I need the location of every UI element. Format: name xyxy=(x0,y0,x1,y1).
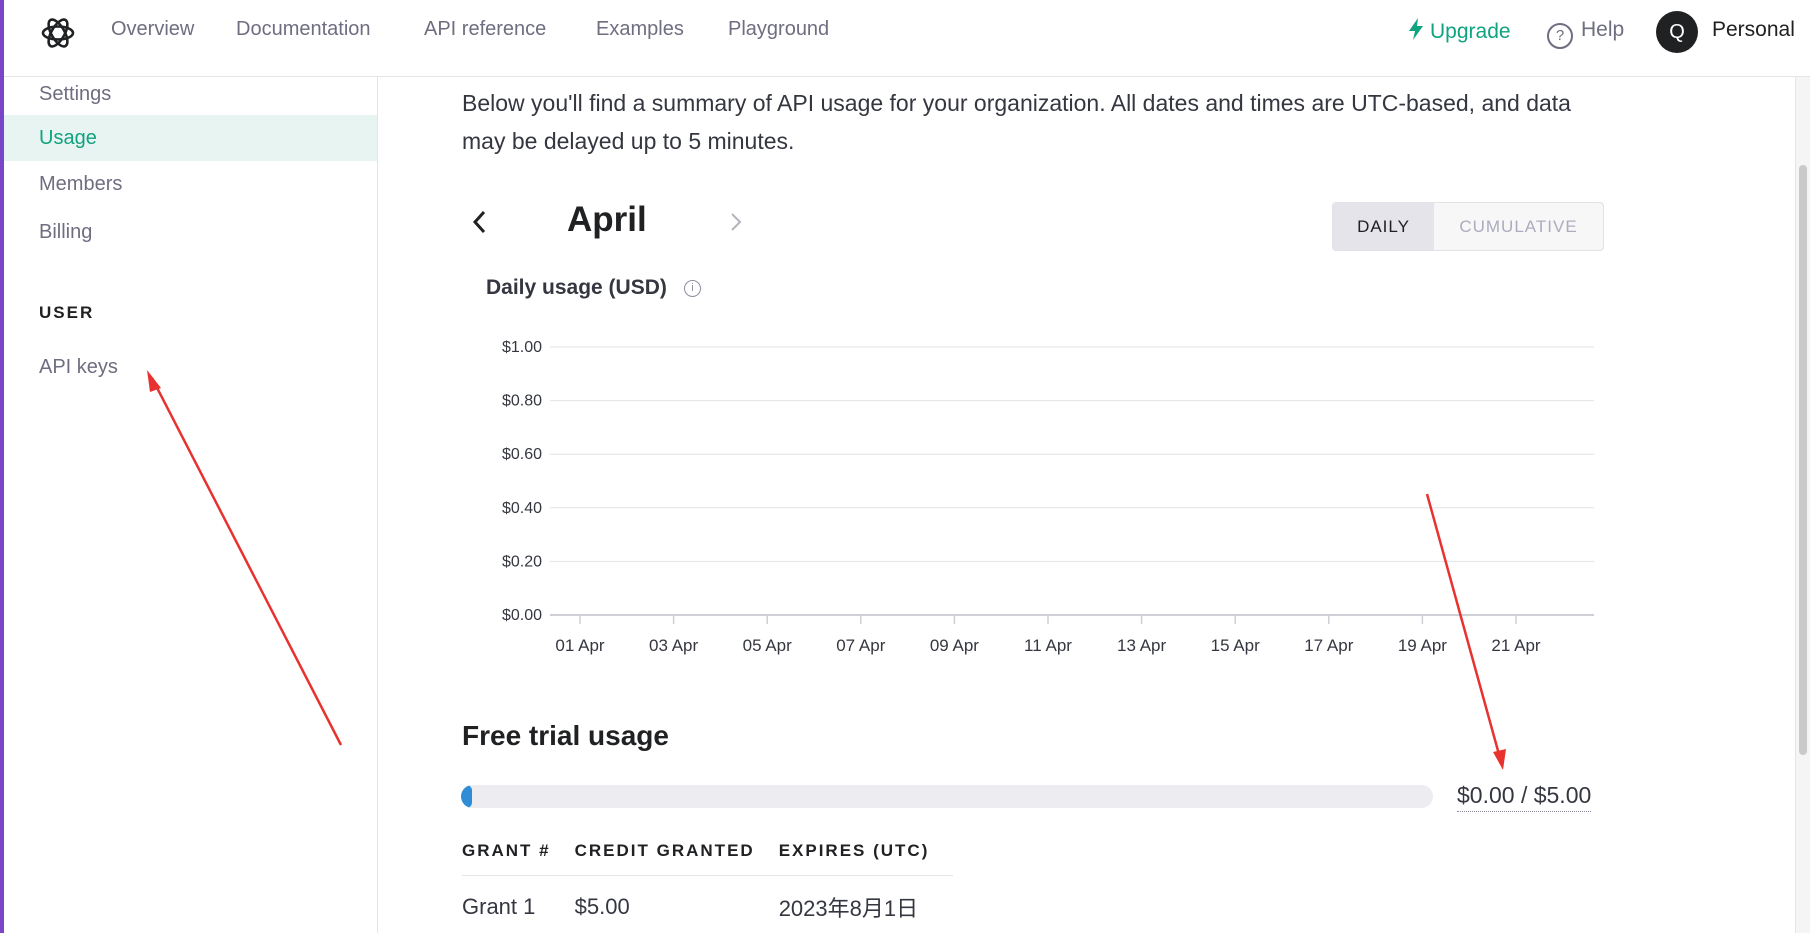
scrollbar-thumb[interactable] xyxy=(1799,165,1807,755)
x-tick-label: 19 Apr xyxy=(1398,636,1447,655)
x-tick-label: 15 Apr xyxy=(1211,636,1260,655)
grant-credit: $5.00 xyxy=(574,894,630,919)
daily-usage-chart: $0.00 $0.20 $0.40 $0.60 $0.80 $1.00 01 Apr 03 A… xyxy=(502,339,1594,655)
top-navigation: Overview Documentation API reference Exa… xyxy=(4,0,1810,77)
sidebar-item-api-keys[interactable]: API keys xyxy=(4,344,377,390)
upgrade-label: Upgrade xyxy=(1430,20,1511,43)
y-tick-label: $0.80 xyxy=(502,393,542,410)
y-tick-label: $0.00 xyxy=(502,607,542,624)
x-tick-label: 03 Apr xyxy=(649,636,698,655)
x-tick-label: 05 Apr xyxy=(743,636,792,655)
page-scrollbar[interactable] xyxy=(1795,77,1810,933)
grants-header-expires: EXPIRES (UTC) xyxy=(778,833,954,876)
sidebar-item-billing[interactable]: Billing xyxy=(4,209,377,255)
openai-logo-icon[interactable] xyxy=(38,13,78,53)
nav-documentation[interactable]: Documentation xyxy=(236,18,371,41)
sidebar-item-members[interactable]: Members xyxy=(4,161,377,207)
x-tick-label: 21 Apr xyxy=(1491,636,1540,655)
progress-fill xyxy=(461,785,472,808)
sidebar-item-settings[interactable]: Settings xyxy=(4,71,377,117)
previous-month-icon[interactable] xyxy=(470,208,490,236)
y-tick-label: $0.20 xyxy=(502,553,542,570)
x-tick-label: 07 Apr xyxy=(836,636,885,655)
grants-header-grant: GRANT # xyxy=(462,833,575,876)
x-tick-label: 11 Apr xyxy=(1024,636,1072,655)
y-tick-label: $0.60 xyxy=(502,446,542,463)
nav-examples[interactable]: Examples xyxy=(596,18,684,41)
month-title: April xyxy=(567,200,647,239)
avatar[interactable]: Q xyxy=(1656,11,1698,53)
lightning-icon xyxy=(1409,18,1423,40)
nav-api-reference[interactable]: API reference xyxy=(424,18,546,41)
grants-table: GRANT # CREDIT GRANTED EXPIRES (UTC) Gra… xyxy=(462,833,954,924)
info-icon[interactable]: i xyxy=(684,280,701,297)
annotation-arrowhead-usage xyxy=(1493,749,1506,770)
free-trial-progress-bar xyxy=(461,785,1433,808)
grant-number: Grant 1 xyxy=(462,894,536,919)
account-name[interactable]: Personal xyxy=(1712,18,1795,42)
next-month-icon[interactable] xyxy=(726,208,746,236)
chart-title: Daily usage (USD) xyxy=(486,276,667,299)
upgrade-button[interactable]: Upgrade xyxy=(1408,18,1511,44)
x-tick-label: 09 Apr xyxy=(930,636,979,655)
help-label: Help xyxy=(1581,18,1625,41)
toggle-cumulative-button[interactable]: CUMULATIVE xyxy=(1434,203,1603,250)
toggle-daily-button[interactable]: DAILY xyxy=(1333,203,1435,250)
x-tick-label: 01 Apr xyxy=(555,636,604,655)
y-tick-label: $1.00 xyxy=(502,339,542,356)
help-icon: ? xyxy=(1547,23,1573,49)
sidebar-item-usage[interactable]: Usage xyxy=(4,115,377,161)
grant-expiry: 2023年8月1日 xyxy=(778,896,919,921)
sidebar-heading-user: USER xyxy=(39,303,95,322)
nav-playground[interactable]: Playground xyxy=(728,18,829,41)
y-tick-label: $0.40 xyxy=(502,500,542,517)
usage-intro-text: Below you'll find a summary of API usage… xyxy=(462,90,1571,154)
grants-header-credit: CREDIT GRANTED xyxy=(574,833,779,876)
table-row: Grant 1 $5.00 2023年8月1日 xyxy=(462,876,953,924)
view-toggle: DAILY CUMULATIVE xyxy=(1332,202,1604,251)
sidebar: Settings Usage Members Billing USER API … xyxy=(4,77,378,933)
nav-overview[interactable]: Overview xyxy=(111,18,194,41)
x-tick-label: 13 Apr xyxy=(1117,636,1166,655)
help-button[interactable]: ? Help xyxy=(1547,18,1624,49)
free-trial-usage-amount[interactable]: $0.00 / $5.00 xyxy=(1457,782,1592,812)
free-trial-title: Free trial usage xyxy=(462,720,669,751)
x-tick-label: 17 Apr xyxy=(1304,636,1353,655)
